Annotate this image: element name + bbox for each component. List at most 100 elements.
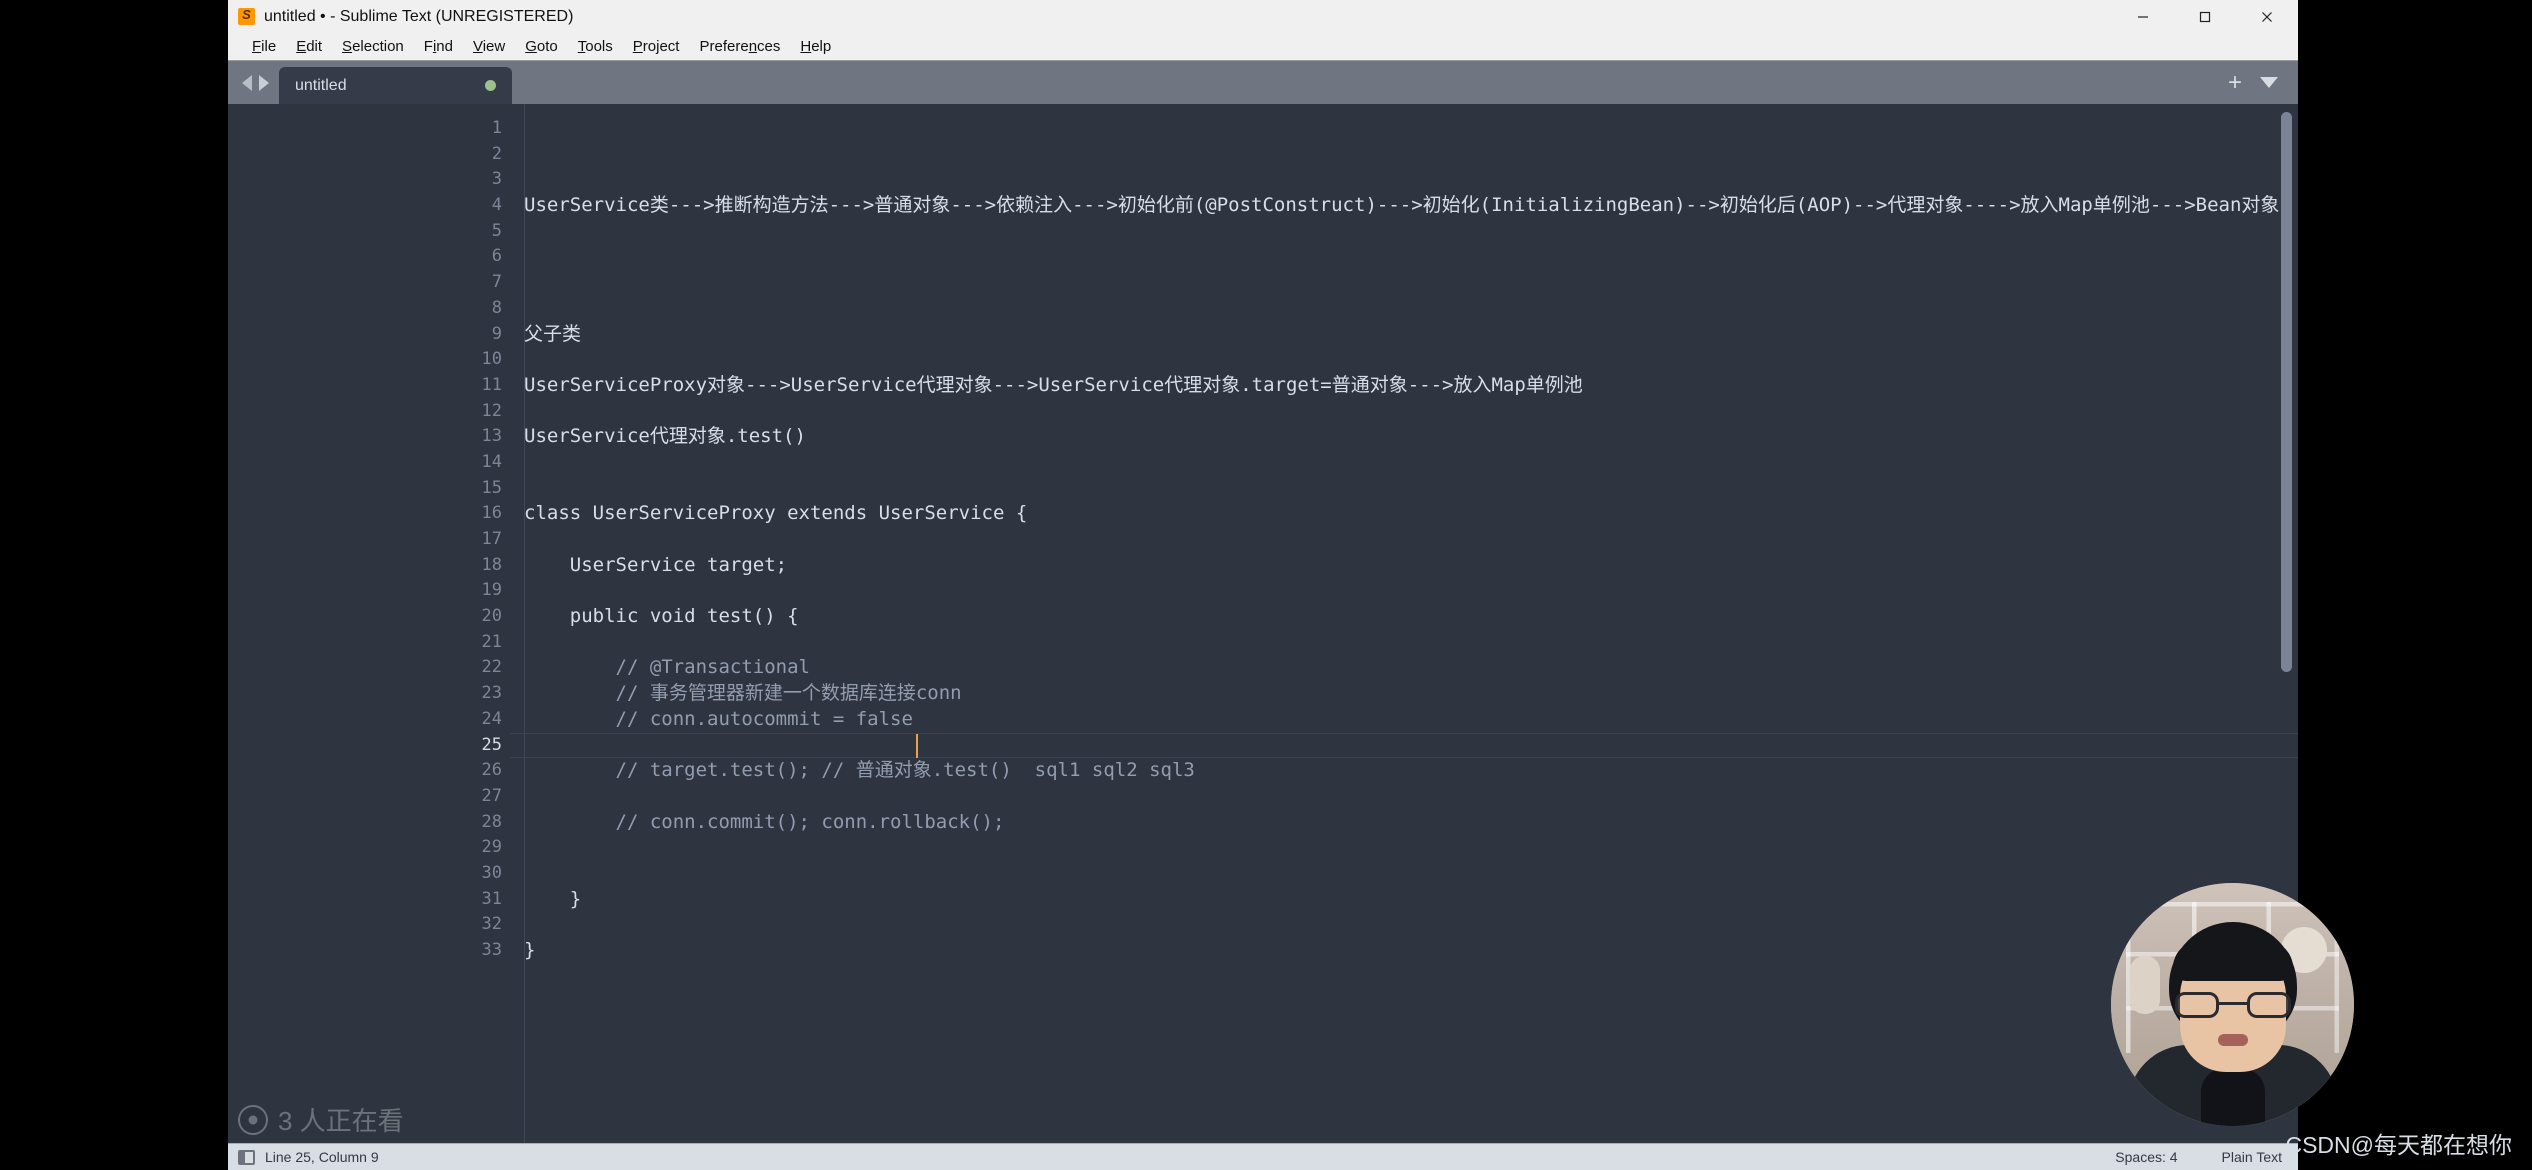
code-line[interactable] [524, 630, 2298, 656]
line-number: 28 [481, 811, 502, 832]
line-number: 32 [481, 914, 502, 935]
editor-area[interactable]: 1 2 3 4 5 6 7 8 9 10 11 12 13 14 15 16 17 18 19 20 21 22 23 24 2… [228, 104, 2298, 1143]
code-line[interactable]: } [524, 887, 2298, 913]
code-line[interactable]: // conn.autocommit = false [524, 707, 2298, 733]
line-number: 8 [491, 297, 502, 318]
chevron-down-icon[interactable] [2260, 77, 2278, 88]
webcam-mouth [2217, 1033, 2248, 1046]
menu-item-selection[interactable]: Selection [332, 34, 414, 60]
code-line[interactable] [524, 244, 2298, 270]
code-line[interactable] [524, 527, 2298, 553]
status-bar-left: Line 25, Column 9 [238, 1149, 379, 1165]
code-line[interactable] [524, 912, 2298, 938]
status-bar: Line 25, Column 9 Spaces: 4 Plain Text [228, 1143, 2298, 1170]
code-line[interactable] [510, 732, 2298, 759]
cursor-position-label: Line 25, Column 9 [265, 1149, 379, 1165]
code-line[interactable] [524, 347, 2298, 373]
sublime-text-window: untitled • - Sublime Text (UNREGISTERED)… [228, 0, 2298, 1170]
webcam-lens-right [2246, 992, 2291, 1019]
line-number: 20 [481, 606, 502, 627]
line-number: 16 [481, 503, 502, 524]
code-line[interactable]: UserService代理对象.test() [524, 424, 2298, 450]
code-line[interactable] [524, 270, 2298, 296]
line-number: 21 [481, 631, 502, 652]
webcam-shirt [2200, 1068, 2265, 1126]
code-line[interactable] [524, 219, 2298, 245]
menu-item-file[interactable]: File [242, 34, 286, 60]
code-line[interactable]: // conn.commit(); conn.rollback(); [524, 810, 2298, 836]
code-line[interactable]: UserService类--->推断构造方法--->普通对象--->依赖注入--… [524, 193, 2298, 219]
line-number: 24 [481, 708, 502, 729]
menu-item-tools[interactable]: Tools [568, 34, 623, 60]
code-line[interactable]: // @Transactional [524, 655, 2298, 681]
screen: untitled • - Sublime Text (UNREGISTERED)… [0, 0, 2532, 1170]
line-number: 31 [481, 888, 502, 909]
code-line[interactable] [524, 296, 2298, 322]
syntax-label[interactable]: Plain Text [2222, 1149, 2282, 1165]
indentation-label[interactable]: Spaces: 4 [2115, 1149, 2177, 1165]
window-controls [2112, 0, 2298, 33]
code-line[interactable]: } [524, 938, 2298, 964]
sidebar-toggle-icon[interactable] [238, 1149, 255, 1165]
window-title: untitled • - Sublime Text (UNREGISTERED) [264, 7, 574, 25]
code-line[interactable]: // target.test(); // 普通对象.test() sql1 sq… [524, 758, 2298, 784]
line-number: 1 [491, 118, 502, 138]
webcam-lens-bridge [2218, 1002, 2247, 1006]
line-number: 18 [481, 554, 502, 575]
line-number: 11 [481, 374, 502, 395]
arrow-right-icon[interactable] [259, 74, 269, 91]
code-line[interactable] [524, 399, 2298, 425]
code-line[interactable] [524, 861, 2298, 887]
code-line[interactable] [524, 476, 2298, 502]
line-number: 22 [481, 657, 502, 678]
maximize-button[interactable] [2174, 0, 2236, 33]
code-line[interactable] [524, 784, 2298, 810]
code-line[interactable] [524, 450, 2298, 476]
tab-bar-actions: + [2228, 61, 2288, 104]
line-number: 10 [481, 349, 502, 370]
editor-vertical-scrollbar[interactable] [2281, 112, 2292, 672]
status-bar-right: Spaces: 4 Plain Text [2115, 1149, 2282, 1165]
line-number: 23 [481, 683, 502, 704]
close-button[interactable] [2236, 0, 2298, 33]
code-content[interactable]: UserService类--->推断构造方法--->普通对象--->依赖注入--… [510, 104, 2298, 1143]
menu-item-help[interactable]: Help [790, 34, 841, 60]
sublime-text-icon [238, 7, 255, 25]
code-line[interactable]: 父子类 [524, 322, 2298, 348]
tab-dirty-indicator[interactable] [485, 80, 496, 91]
line-number: 26 [481, 760, 502, 781]
menu-item-preferences[interactable]: Preferences [689, 34, 790, 60]
code-line[interactable] [524, 116, 2298, 142]
minimize-button[interactable] [2112, 0, 2174, 33]
line-number: 12 [481, 400, 502, 421]
menu-item-edit[interactable]: Edit [286, 34, 332, 60]
code-line[interactable]: public void test() { [524, 604, 2298, 630]
code-line[interactable]: // 事务管理器新建一个数据库连接conn [524, 681, 2298, 707]
code-line[interactable]: UserServiceProxy对象--->UserService代理对象---… [524, 373, 2298, 399]
line-number: 7 [491, 272, 502, 293]
webcam-decor-statue [2130, 955, 2161, 1014]
webcam-overlay [2111, 883, 2354, 1126]
menu-item-goto[interactable]: Goto [515, 34, 568, 60]
plus-icon[interactable]: + [2228, 70, 2242, 95]
line-number: 14 [481, 451, 502, 472]
line-number: 15 [481, 477, 502, 498]
code-line[interactable]: class UserServiceProxy extends UserServi… [524, 501, 2298, 527]
tab-bar: untitled + [228, 61, 2298, 104]
code-line[interactable] [524, 835, 2298, 861]
code-line[interactable]: UserService target; [524, 553, 2298, 579]
code-line[interactable] [524, 167, 2298, 193]
line-number: 4 [491, 195, 502, 216]
webcam-glasses [2174, 992, 2291, 1020]
arrow-left-icon[interactable] [242, 74, 252, 91]
line-number: 13 [481, 426, 502, 447]
code-line[interactable] [524, 142, 2298, 168]
menu-item-view[interactable]: View [463, 34, 515, 60]
tab-untitled[interactable]: untitled [279, 67, 512, 104]
webcam-lens-left [2174, 992, 2219, 1019]
title-bar: untitled • - Sublime Text (UNREGISTERED) [228, 0, 2298, 33]
line-number: 6 [491, 246, 502, 267]
menu-item-project[interactable]: Project [623, 34, 690, 60]
menu-item-find[interactable]: Find [414, 34, 463, 60]
code-line[interactable] [524, 578, 2298, 604]
